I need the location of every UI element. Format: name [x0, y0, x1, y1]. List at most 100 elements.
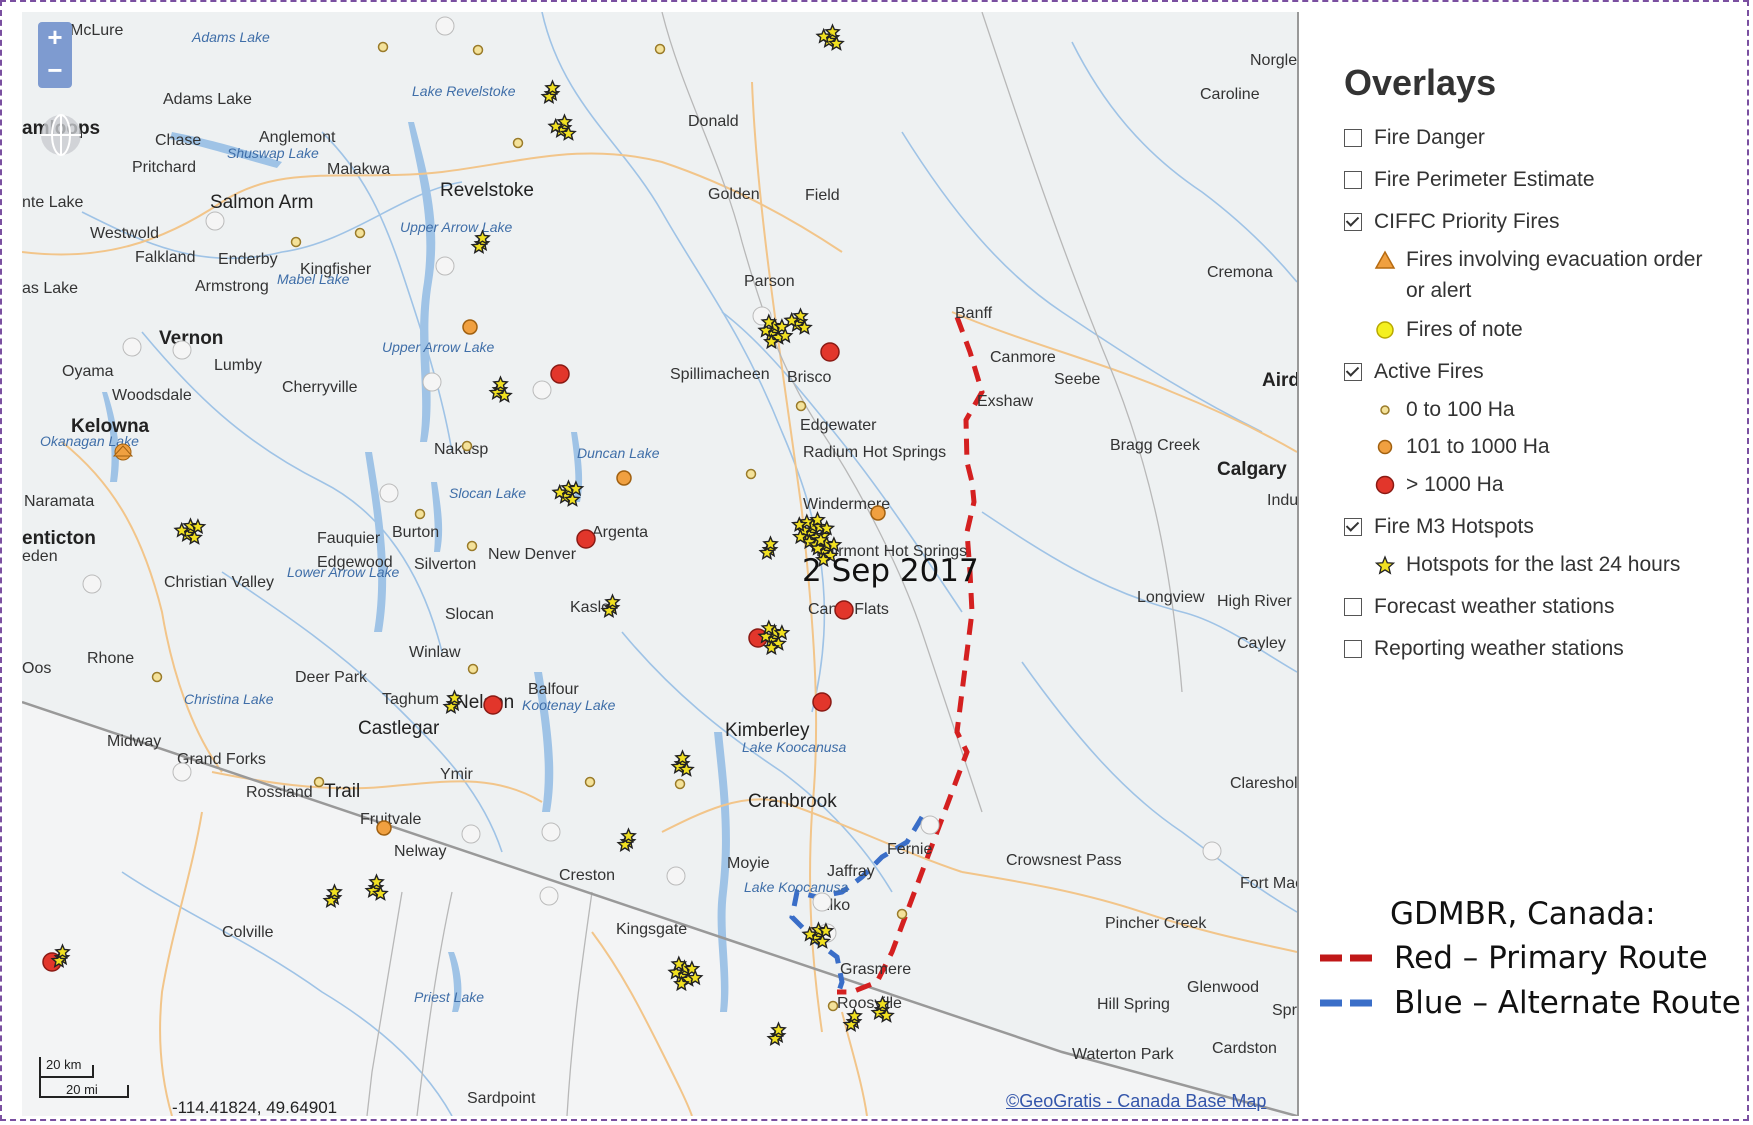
overlay-fire-danger[interactable]: Fire Danger	[1344, 126, 1485, 150]
zoom-control[interactable]: + −	[38, 22, 72, 88]
legend-hotspots: Hotspots for the last 24 hours	[1374, 553, 1680, 577]
legend-large-fires: > 1000 Ha	[1374, 473, 1504, 497]
place-label: Fauquier	[317, 530, 381, 547]
place-label: Westwold	[90, 225, 159, 242]
place-label: Argenta	[592, 524, 648, 541]
legend-primary-route: Red – Primary Route	[1320, 940, 1708, 976]
place-label: Salmon Arm	[210, 192, 313, 213]
overlay-m3-hotspots[interactable]: Fire M3 Hotspots	[1344, 515, 1534, 539]
place-label: Fort Macleod	[1240, 875, 1297, 892]
place-label: Radium Hot Springs	[803, 444, 946, 461]
place-label: Trail	[324, 781, 360, 802]
scale-mi: 20 mi	[66, 1082, 98, 1097]
checkbox-fire-danger[interactable]	[1344, 129, 1362, 147]
overlay-reporting-stations[interactable]: Reporting weather stations	[1344, 637, 1624, 661]
lake-label: Lake Koocanusa	[744, 879, 849, 895]
zoom-in-button[interactable]: +	[38, 22, 72, 55]
overlay-label: CIFFC Priority Fires	[1374, 210, 1560, 233]
overlay-label: Fire M3 Hotspots	[1374, 515, 1534, 538]
place-label: Cherryville	[282, 379, 358, 396]
place-label: Moyie	[727, 855, 770, 872]
place-label: Spillimacheen	[670, 366, 770, 383]
place-label: Cranbrook	[748, 791, 837, 812]
place-label: Golden	[708, 186, 760, 203]
legend-alternate-route: Blue – Alternate Route	[1320, 985, 1741, 1021]
place-label: Woodsdale	[112, 387, 192, 404]
place-label: Crowsnest Pass	[1006, 852, 1122, 869]
place-label: Kaslo	[570, 599, 610, 616]
checkbox-forecast-stations[interactable]	[1344, 598, 1362, 616]
place-label: Donald	[688, 113, 739, 130]
legend-evacuation: Fires involving evacuation order	[1374, 248, 1702, 272]
place-label: Oyama	[62, 363, 114, 380]
map-credit-link[interactable]: ©GeoGratis - Canada Base Map	[1006, 1091, 1266, 1112]
overlay-forecast-stations[interactable]: Forecast weather stations	[1344, 595, 1614, 619]
place-label: Kingsgate	[616, 921, 687, 938]
overlay-ciffc-priority[interactable]: CIFFC Priority Fires	[1344, 210, 1560, 234]
star-icon	[1374, 554, 1396, 576]
legend-small-fires: 0 to 100 Ha	[1374, 398, 1515, 422]
place-label: Oos	[22, 660, 51, 677]
place-label: Malakwa	[327, 161, 390, 178]
lake-label: Lake Koocanusa	[742, 739, 847, 755]
overlays-panel: Overlays Fire Danger Fire Perimeter Esti…	[1300, 14, 1746, 884]
overlay-label: or alert	[1406, 279, 1472, 302]
lake-label: Shuswap Lake	[227, 145, 319, 161]
globe-icon[interactable]	[38, 112, 84, 158]
place-label: Falkland	[135, 249, 195, 266]
overlay-active-fires[interactable]: Active Fires	[1344, 360, 1484, 384]
place-label: Adams Lake	[163, 91, 252, 108]
checkbox-fire-perimeter[interactable]	[1344, 171, 1362, 189]
map-canvas[interactable]: McLure Adams Lake amloops Chase Anglemon…	[22, 12, 1297, 1116]
place-label: Cremona	[1207, 264, 1273, 281]
overlay-label: 101 to 1000 Ha	[1406, 435, 1550, 458]
lake-label: Adams Lake	[191, 29, 270, 45]
place-label: Waterton Park	[1072, 1046, 1175, 1063]
place-label: Pritchard	[132, 159, 196, 176]
place-label: Airdrie	[1262, 370, 1297, 391]
red-circle-icon	[1374, 474, 1396, 496]
route-legend: GDMBR, Canada: Red – Primary Route Blue …	[1310, 890, 1750, 1030]
place-label: Armstrong	[195, 278, 269, 295]
checkbox-reporting-stations[interactable]	[1344, 640, 1362, 658]
orange-triangle-icon	[1374, 249, 1396, 271]
lake-label: Slocan Lake	[449, 485, 526, 501]
legend-medium-fires: 101 to 1000 Ha	[1374, 435, 1550, 459]
checkbox-m3-hotspots[interactable]	[1344, 518, 1362, 536]
place-label: Nakusp	[434, 441, 488, 458]
overlay-fire-perimeter[interactable]: Fire Perimeter Estimate	[1344, 168, 1595, 192]
overlay-label: > 1000 Ha	[1406, 473, 1504, 496]
place-label: Enderby	[218, 251, 278, 268]
overlays-title: Overlays	[1344, 62, 1497, 103]
place-label: Kimberley	[725, 720, 810, 741]
scale-km: 20 km	[46, 1057, 82, 1072]
place-label: Roosville	[837, 995, 902, 1012]
place-label: as Lake	[22, 280, 78, 297]
place-label: Indus	[1267, 492, 1297, 509]
lake-label: Upper Arrow Lake	[382, 339, 495, 355]
place-label: Field	[805, 187, 840, 204]
checkbox-active-fires[interactable]	[1344, 363, 1362, 381]
place-label: Parson	[744, 273, 795, 290]
place-label: Cardston	[1212, 1040, 1277, 1057]
place-label: Canmore	[990, 349, 1056, 366]
place-label: Revelstoke	[440, 180, 534, 201]
place-label: Exshaw	[977, 393, 1033, 410]
map-view[interactable]: McLure Adams Lake amloops Chase Anglemon…	[22, 12, 1299, 1116]
date-label: 2 Sep 2017	[802, 553, 979, 589]
place-label: Castlegar	[358, 718, 440, 739]
place-label: Grand Forks	[177, 751, 266, 768]
place-label: Rossland	[246, 784, 313, 801]
place-label: Nelway	[394, 843, 446, 860]
lake-label: Christina Lake	[184, 691, 274, 707]
place-label: Longview	[1137, 589, 1205, 606]
checkbox-ciffc-priority[interactable]	[1344, 213, 1362, 231]
place-label: Creston	[559, 867, 615, 884]
place-label: enticton	[22, 528, 96, 549]
place-label: Silverton	[414, 556, 476, 573]
blue-dashed-line-icon	[1320, 999, 1378, 1007]
zoom-out-button[interactable]: −	[38, 55, 72, 88]
place-label: Seebe	[1054, 371, 1100, 388]
lake-label: Lake Revelstoke	[412, 83, 516, 99]
overlay-label: Fires involving evacuation order	[1406, 248, 1703, 271]
